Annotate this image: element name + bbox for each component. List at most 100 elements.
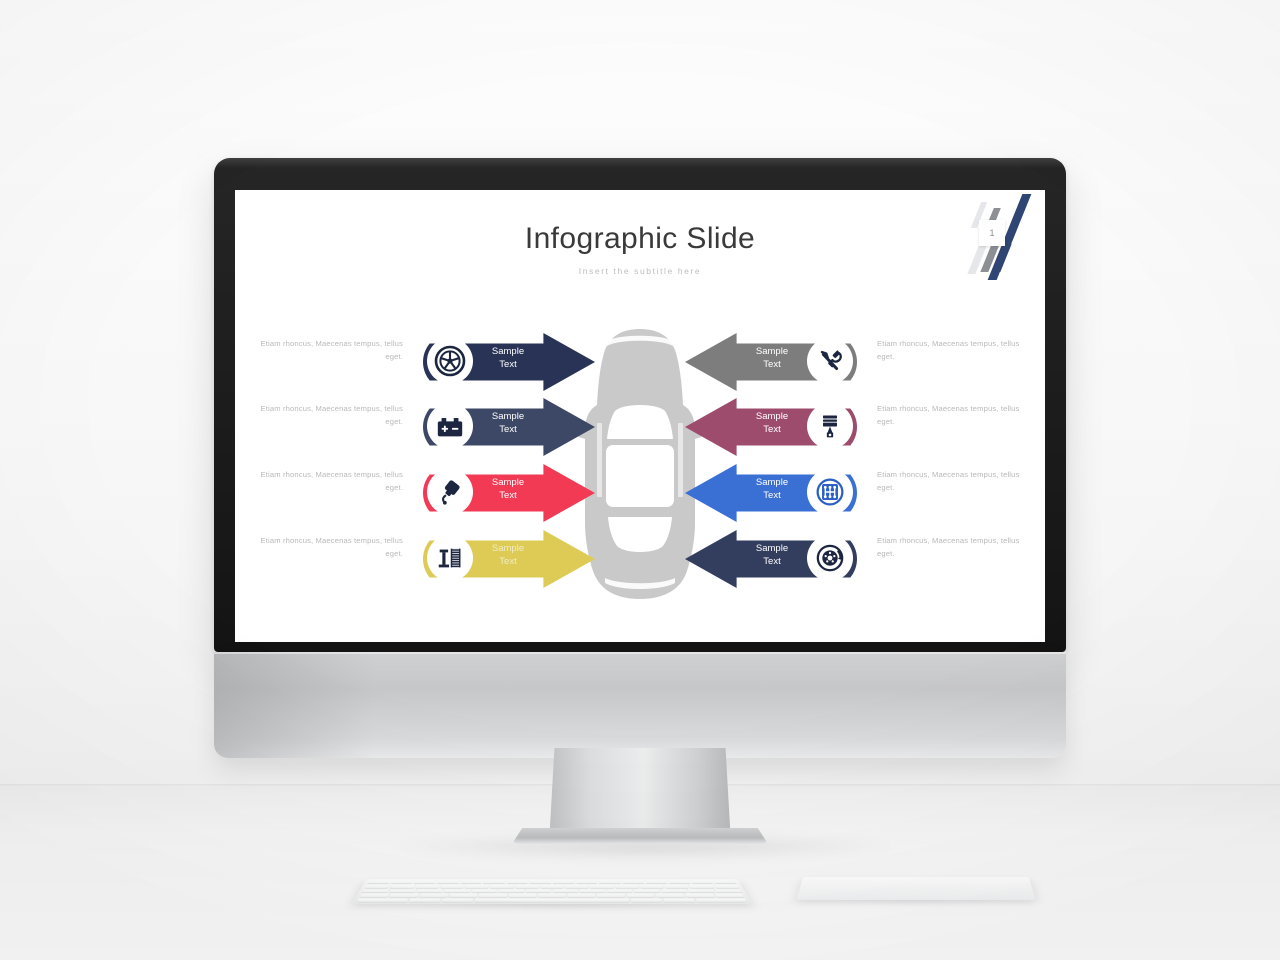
keyboard-key[interactable]: [483, 880, 506, 884]
keyboard-key[interactable]: [639, 884, 664, 889]
keyboard-key[interactable]: [633, 889, 661, 893]
keyboard-key[interactable]: [525, 889, 552, 893]
keyboard-key[interactable]: [359, 893, 390, 898]
keyboard-key[interactable]: [685, 893, 715, 898]
arrow-label-line1: Sample: [491, 346, 525, 357]
keyboard-key[interactable]: [540, 884, 564, 889]
arrow-label: Sample Text: [741, 410, 803, 437]
chin-highlight-line: [214, 652, 1066, 654]
keyboard-key[interactable]: [598, 880, 621, 884]
keyboard-key[interactable]: [714, 889, 742, 893]
keyboard-key[interactable]: [441, 898, 474, 903]
arrow-label: Sample Text: [477, 476, 539, 503]
keyboard-key[interactable]: [630, 898, 663, 903]
keyboard-key[interactable]: [687, 889, 715, 893]
arrow-label-line1: Sample: [491, 411, 525, 422]
keyboard-key[interactable]: [667, 880, 691, 884]
infographic-row-left-3: Etiam rhoncus, Maecenas tempus, tellus e…: [253, 464, 605, 522]
arrow-callout-right-3[interactable]: Sample Text: [685, 464, 857, 522]
page-title: Infographic Slide: [524, 222, 756, 255]
keyboard-key[interactable]: [590, 884, 614, 889]
keyboard-key[interactable]: [471, 889, 498, 893]
row-description: Etiam rhoncus, Maecenas tempus, tellus e…: [877, 536, 1020, 559]
keyboard-key[interactable]: [689, 884, 715, 889]
arrow-label-line2: Text: [499, 490, 517, 502]
keyboard-key[interactable]: [626, 893, 656, 898]
keyboard-key[interactable]: [529, 880, 552, 884]
keyboard-key[interactable]: [490, 884, 514, 889]
arrow-label-line2: Text: [763, 424, 781, 436]
keyboard-key[interactable]: [419, 893, 449, 898]
keyboard-key[interactable]: [538, 893, 566, 898]
keyboard-key[interactable]: [660, 889, 688, 893]
infographic-row-right-1: Etiam rhoncus, Maecenas tempus, tellus e…: [675, 333, 1027, 391]
keyboard-key[interactable]: [515, 884, 539, 889]
wrench-screwdriver-icon: [807, 338, 853, 384]
arrow-callout-right-2[interactable]: Sample Text: [685, 398, 857, 456]
keyboard-key[interactable]: [655, 893, 685, 898]
keyboard-key[interactable]: [713, 880, 737, 884]
computer-monitor: Infographic Slide Insert the subtitle he…: [214, 158, 1066, 758]
infographic-row-right-2: Etiam rhoncus, Maecenas tempus, tellus e…: [675, 398, 1027, 456]
slide-subtitle: Insert the subtitle here: [578, 266, 702, 276]
keyboard-key[interactable]: [465, 884, 489, 889]
keyboard-key[interactable]: [356, 898, 409, 903]
keyboard-key[interactable]: [413, 880, 437, 884]
keyboard-key[interactable]: [552, 880, 575, 884]
spark-plug-icon: [427, 469, 473, 515]
arrow-label-line1: Sample: [491, 477, 525, 488]
keyboard-key[interactable]: [498, 889, 525, 893]
keyboard-key[interactable]: [567, 893, 596, 898]
keyboard-key[interactable]: [621, 880, 644, 884]
arrow-callout-left-4[interactable]: Sample Text: [423, 530, 595, 588]
keyboard-key[interactable]: [663, 898, 696, 903]
keyboard-key[interactable]: [474, 898, 630, 903]
keyboard-key[interactable]: [389, 889, 417, 893]
keyboard-key[interactable]: [579, 889, 606, 893]
keyboard-key[interactable]: [448, 893, 478, 898]
piston-icon: [807, 403, 853, 449]
keyboard-key[interactable]: [436, 880, 460, 884]
keyboard-key[interactable]: [565, 884, 589, 889]
keyboard-key[interactable]: [664, 884, 690, 889]
keyboard-key[interactable]: [389, 893, 419, 898]
keyboard-key[interactable]: [690, 880, 714, 884]
keyboard-key[interactable]: [644, 880, 668, 884]
keyboard-key[interactable]: [443, 889, 471, 893]
keyboard-key[interactable]: [575, 880, 598, 884]
arrow-label: Sample Text: [477, 542, 539, 569]
keyboard-key[interactable]: [414, 884, 440, 889]
keyboard-key[interactable]: [606, 889, 633, 893]
arrow-label: Sample Text: [477, 410, 539, 437]
keyboard-key[interactable]: [367, 880, 391, 884]
arrow-label-line1: Sample: [755, 543, 789, 554]
keyboard-key[interactable]: [597, 893, 626, 898]
arrow-callout-right-4[interactable]: Sample Text: [685, 530, 857, 588]
keyboard-key[interactable]: [506, 880, 529, 884]
keyboard-key[interactable]: [478, 893, 507, 898]
keyboard-key[interactable]: [552, 889, 579, 893]
keyboard-key[interactable]: [508, 893, 537, 898]
gear-shifter-icon: [807, 469, 853, 515]
keyboard-key[interactable]: [389, 884, 415, 889]
arrow-callout-right-1[interactable]: Sample Text: [685, 333, 857, 391]
keyboard-key[interactable]: [364, 884, 390, 889]
keyboard-key[interactable]: [460, 880, 483, 884]
keyboard-key[interactable]: [416, 889, 444, 893]
keyboard-key[interactable]: [615, 884, 639, 889]
arrow-callout-left-1[interactable]: Sample Text: [423, 333, 595, 391]
keyboard-key[interactable]: [390, 880, 414, 884]
keyboard[interactable]: [352, 879, 752, 904]
arrow-callout-left-3[interactable]: Sample Text: [423, 464, 595, 522]
infographic-row-left-2: Etiam rhoncus, Maecenas tempus, tellus e…: [253, 398, 605, 456]
keyboard-key[interactable]: [714, 893, 745, 898]
arrow-label-line1: Sample: [755, 477, 789, 488]
keyboard-key[interactable]: [440, 884, 465, 889]
keyboard-key[interactable]: [362, 889, 390, 893]
arrow-callout-left-2[interactable]: Sample Text: [423, 398, 595, 456]
trackpad[interactable]: [796, 876, 1036, 900]
keyboard-key[interactable]: [714, 884, 740, 889]
keyboard-key[interactable]: [695, 898, 748, 903]
keyboard-key[interactable]: [408, 898, 441, 903]
arrow-label: Sample Text: [741, 476, 803, 503]
